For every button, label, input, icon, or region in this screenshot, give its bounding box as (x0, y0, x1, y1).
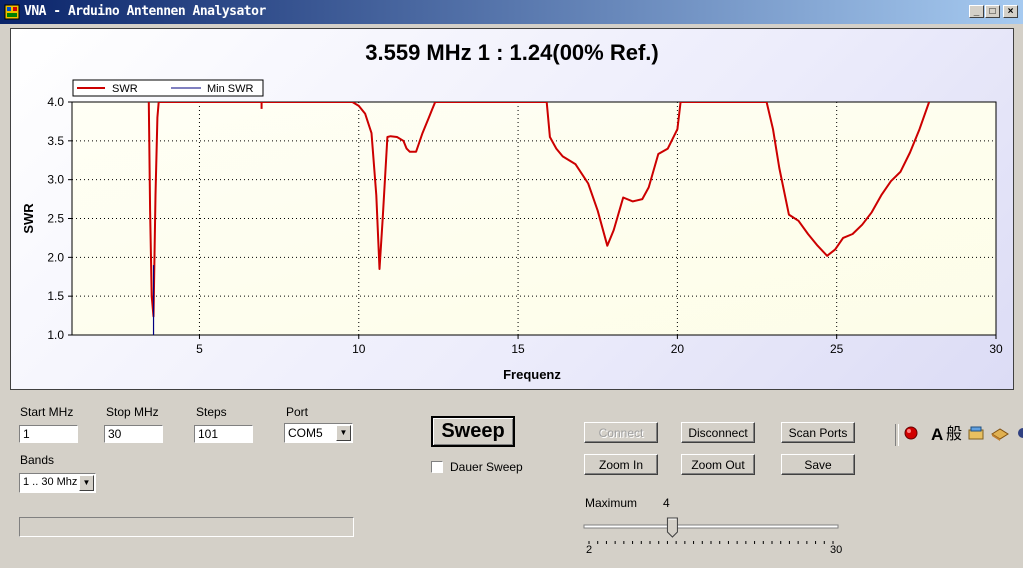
chevron-down-icon[interactable]: ▼ (336, 425, 351, 441)
x-tick-label: 25 (830, 342, 844, 356)
y-tick-label: 2.0 (47, 250, 64, 264)
title-bar[interactable]: VNA - Arduino Antennen Analysator _ □ × (0, 0, 1023, 24)
tray-separator (895, 424, 899, 446)
sweep-button[interactable]: Sweep (431, 416, 515, 447)
ime-pad-icon[interactable] (990, 424, 1010, 446)
stop-mhz-input[interactable] (104, 425, 163, 443)
y-tick-label: 3.5 (47, 134, 64, 148)
x-tick-label: 15 (511, 342, 525, 356)
slider-min-label: 2 (586, 544, 593, 556)
swr-marker (260, 102, 263, 109)
plot-area (71, 101, 997, 336)
stop-mhz-label: Stop MHz (106, 405, 159, 419)
y-tick-label: 3.0 (47, 173, 64, 187)
x-tick-label: 20 (671, 342, 685, 356)
disconnect-button[interactable]: Disconnect (681, 422, 755, 443)
maximum-slider[interactable] (580, 512, 845, 544)
save-button[interactable]: Save (781, 454, 855, 475)
chart-panel: 3.559 MHz 1 : 1.24(00% Ref.) 1.0 1.5 2.0 2.5… (10, 28, 1014, 390)
slider-ticks (588, 541, 834, 544)
maximum-label: Maximum (585, 496, 638, 510)
x-tick-label: 10 (352, 342, 366, 356)
port-select-value: COM5 (288, 426, 323, 440)
scan-ports-button[interactable]: Scan Ports (781, 422, 855, 443)
steps-input[interactable] (194, 425, 253, 443)
x-tick-label: 30 (989, 342, 1003, 356)
x-tick-label: 5 (196, 342, 203, 356)
y-tick-label: 2.5 (47, 212, 64, 226)
ime-tool-icon[interactable] (967, 424, 987, 446)
ime-a-icon[interactable]: A (931, 424, 943, 446)
port-select[interactable]: COM5 ▼ (284, 423, 353, 443)
bands-select[interactable]: 1 .. 30 Mhz ▼ (19, 473, 96, 493)
steps-label: Steps (196, 405, 227, 419)
tray-more-icon[interactable] (1016, 424, 1023, 446)
close-button[interactable]: × (1003, 5, 1018, 18)
x-axis-label: Frequenz (503, 367, 561, 382)
swr-chart: 3.559 MHz 1 : 1.24(00% Ref.) 1.0 1.5 2.0 2.5… (21, 40, 1003, 382)
y-tick-label: 1.5 (47, 289, 64, 303)
dauer-sweep-label: Dauer Sweep (450, 460, 523, 474)
connect-button[interactable]: Connect (584, 422, 658, 443)
start-mhz-label: Start MHz (20, 405, 74, 419)
minimize-button[interactable]: _ (969, 5, 984, 18)
ime-kanji-icon[interactable]: 般 (946, 424, 962, 446)
legend-swr-label: SWR (112, 83, 138, 95)
chart-title: 3.559 MHz 1 : 1.24(00% Ref.) (365, 40, 658, 65)
red-dot-icon[interactable] (903, 424, 921, 446)
slider-track (583, 524, 839, 529)
maximum-value: 4 (663, 496, 670, 510)
bands-label: Bands (20, 453, 55, 467)
slider-max-label: 30 (830, 544, 843, 556)
slider-thumb[interactable] (666, 517, 678, 538)
y-axis-label: SWR (21, 203, 36, 234)
zoom-out-button[interactable]: Zoom Out (681, 454, 755, 475)
port-label: Port (286, 405, 309, 419)
dauer-sweep-checkbox[interactable] (431, 461, 443, 473)
chevron-down-icon[interactable]: ▼ (79, 475, 94, 491)
start-mhz-input[interactable] (19, 425, 78, 443)
bands-select-value: 1 .. 30 Mhz (23, 476, 78, 488)
progress-bar (19, 517, 354, 537)
app-icon (4, 4, 20, 20)
maximize-button[interactable]: □ (985, 5, 1000, 18)
zoom-in-button[interactable]: Zoom In (584, 454, 658, 475)
window-title: VNA - Arduino Antennen Analysator (24, 4, 266, 19)
legend-min-swr-label: Min SWR (207, 83, 254, 95)
y-tick-label: 4.0 (47, 95, 64, 109)
y-tick-label: 1.0 (47, 328, 64, 342)
